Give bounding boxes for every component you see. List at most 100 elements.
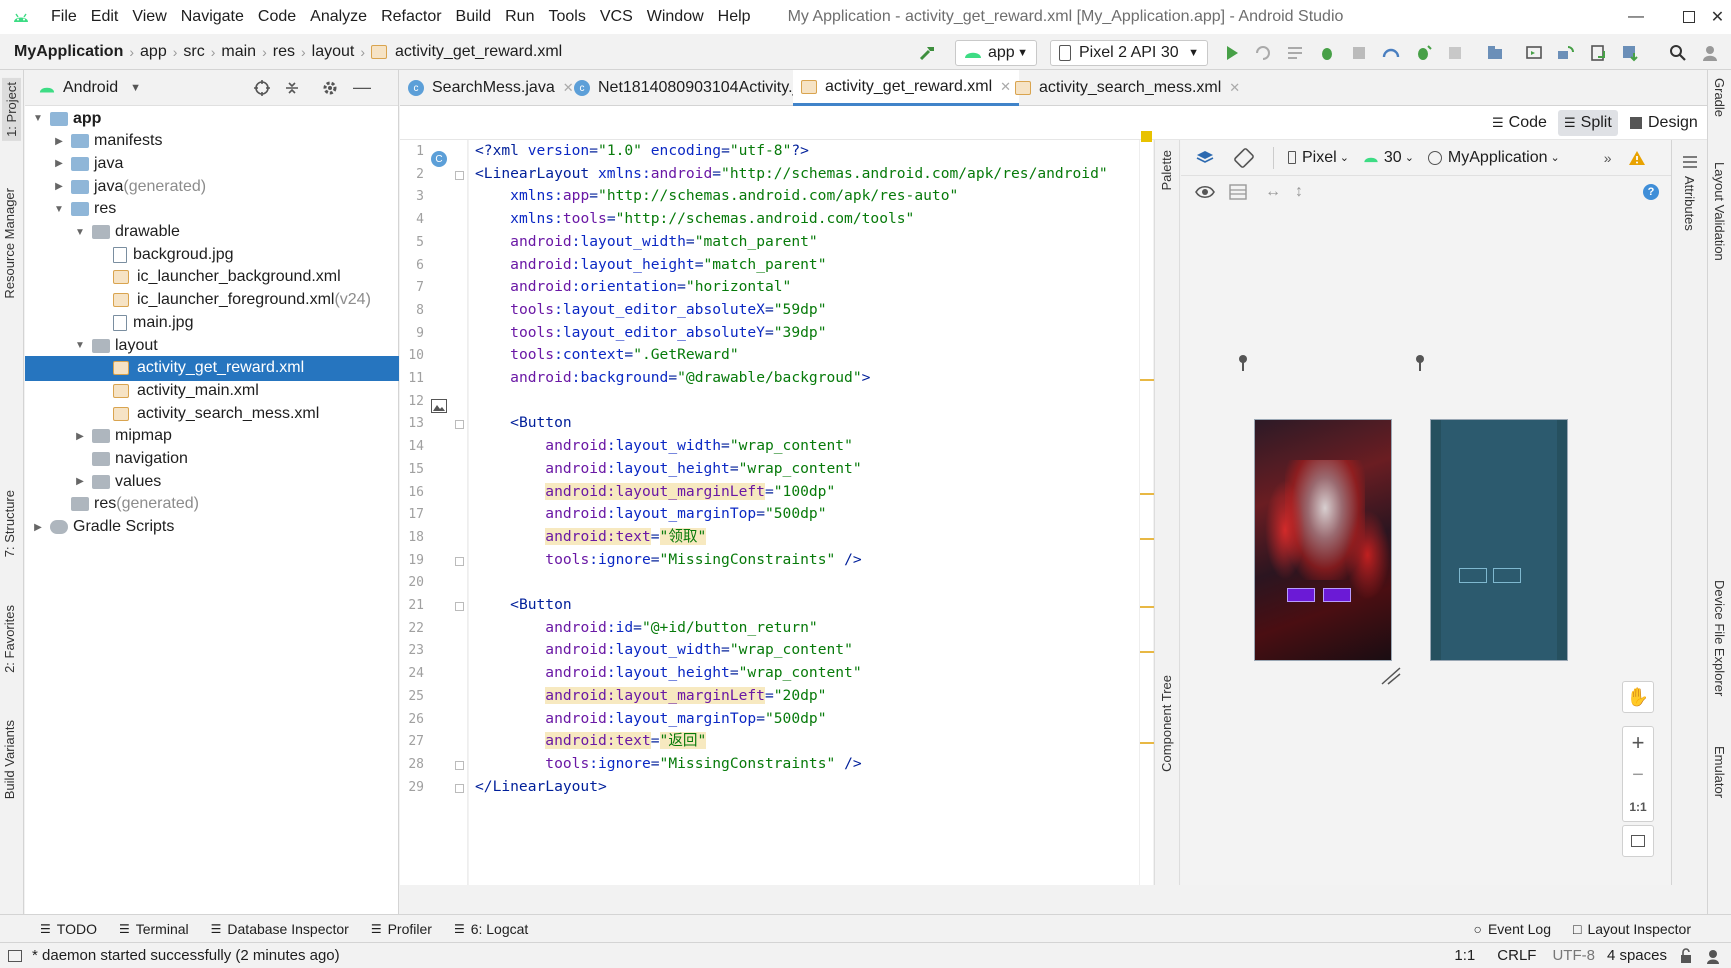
minimize-window-button[interactable]: —	[1606, 0, 1666, 34]
right-tab-emulator[interactable]: Emulator	[1712, 746, 1727, 798]
menu-item-code[interactable]: Code	[251, 8, 303, 26]
avd-manager-icon[interactable]	[1524, 43, 1544, 63]
account-icon[interactable]	[1700, 43, 1720, 63]
left-tab-2-favorites[interactable]: 2: Favorites	[2, 605, 17, 673]
run-config-select[interactable]: app ▼	[955, 40, 1037, 66]
tree-item[interactable]: ▼ res	[25, 197, 399, 222]
collapsed-arrow-icon[interactable]: ▶	[31, 522, 45, 533]
tree-item[interactable]: ▶ values	[25, 469, 399, 494]
fold-marker-icon[interactable]	[455, 760, 464, 770]
menu-item-file[interactable]: File	[44, 8, 84, 26]
fold-marker-icon[interactable]	[455, 170, 464, 180]
expanded-arrow-icon[interactable]: ▼	[73, 340, 87, 351]
orientation-icon[interactable]	[1233, 147, 1255, 169]
fold-marker-icon[interactable]	[455, 602, 464, 611]
design-preview[interactable]	[1254, 419, 1392, 661]
eye-icon[interactable]	[1195, 185, 1215, 199]
tool-window-event-log[interactable]: ○ Event Log	[1473, 921, 1551, 937]
apply-changes-icon[interactable]	[1253, 43, 1273, 63]
run-icon[interactable]	[1222, 43, 1242, 63]
tree-item[interactable]: activity_get_reward.xml	[25, 355, 399, 381]
resize-handle-icon[interactable]	[1380, 666, 1402, 686]
line-separator[interactable]: CRLF	[1497, 947, 1536, 964]
warning-marker[interactable]	[1140, 379, 1154, 381]
tree-item[interactable]: ▶ java	[25, 151, 399, 176]
download-sdk-icon[interactable]	[1620, 43, 1640, 63]
zoom-out-icon[interactable]: −	[1623, 759, 1653, 791]
coverage-icon[interactable]	[1349, 43, 1369, 63]
menu-item-tools[interactable]: Tools	[541, 8, 592, 26]
mode-code[interactable]: ☰ Code	[1486, 110, 1553, 136]
tree-item[interactable]: main.jpg	[25, 310, 399, 335]
zoom-in-icon[interactable]: +	[1623, 727, 1653, 759]
help-icon[interactable]: ?	[1643, 184, 1659, 200]
locate-file-icon[interactable]	[253, 79, 271, 97]
breadcrumb-item[interactable]: layout	[308, 43, 359, 61]
api-level-select[interactable]: 30 ⌄	[1363, 149, 1414, 167]
editor-tab[interactable]: c SearchMess.java ✕	[400, 70, 582, 106]
status-message[interactable]: * daemon started successfully (2 minutes…	[32, 947, 340, 964]
expanded-arrow-icon[interactable]: ▼	[31, 113, 45, 124]
mode-split[interactable]: ☰ Split	[1558, 110, 1618, 136]
device-select[interactable]: Pixel 2 API 30 ▼	[1050, 40, 1208, 66]
vertical-resize-icon[interactable]: ↕	[1295, 183, 1303, 201]
menu-item-edit[interactable]: Edit	[84, 8, 126, 26]
breadcrumb-item[interactable]: src	[179, 43, 208, 61]
right-tab-device-file-explorer[interactable]: Device File Explorer	[1712, 580, 1727, 696]
error-stripe[interactable]	[1139, 131, 1154, 885]
right-tab-gradle[interactable]: Gradle	[1712, 78, 1727, 117]
breadcrumb-item[interactable]: res	[269, 43, 299, 61]
indent-setting[interactable]: 4 spaces	[1607, 947, 1667, 964]
expanded-arrow-icon[interactable]: ▼	[73, 227, 87, 238]
device-preview-select[interactable]: Pixel ⌄	[1288, 149, 1349, 167]
pan-tool-button[interactable]: ✋	[1622, 681, 1654, 713]
layers-icon[interactable]	[1195, 148, 1215, 168]
tree-item[interactable]: res (generated)	[25, 492, 399, 517]
apply-code-changes-icon[interactable]	[1285, 43, 1305, 63]
profile-icon[interactable]	[1381, 43, 1401, 63]
tree-item[interactable]: ic_launcher_background.xml	[25, 265, 399, 290]
tool-window-profiler[interactable]: ☰ Profiler	[371, 921, 432, 937]
tool-window-todo[interactable]: ☰ TODO	[40, 921, 97, 937]
breadcrumb-item[interactable]: MyApplication	[0, 43, 127, 61]
menu-item-vcs[interactable]: VCS	[593, 8, 640, 26]
right-tab-layout-validation[interactable]: Layout Validation	[1712, 162, 1727, 261]
menu-item-window[interactable]: Window	[640, 8, 711, 26]
hide-panel-icon[interactable]: —	[353, 77, 371, 98]
image-preview-icon[interactable]	[431, 399, 447, 413]
fold-marker-icon[interactable]	[455, 783, 464, 793]
collapsed-arrow-icon[interactable]: ▶	[52, 158, 66, 169]
component-tree-tab[interactable]: Component Tree	[1159, 675, 1174, 772]
menu-item-build[interactable]: Build	[449, 8, 499, 26]
tree-item[interactable]: ▶ manifests	[25, 129, 399, 154]
zoom-actual-button[interactable]: 1:1	[1623, 791, 1653, 823]
pin-icon[interactable]	[1237, 354, 1249, 372]
close-tab-icon[interactable]: ✕	[1229, 80, 1240, 96]
fold-marker-icon[interactable]	[455, 420, 464, 430]
inspector-icon[interactable]	[1705, 948, 1721, 964]
tool-window-layout-inspector[interactable]: □ Layout Inspector	[1573, 921, 1691, 937]
menu-item-run[interactable]: Run	[498, 8, 541, 26]
tool-window-6-logcat[interactable]: ☰ 6: Logcat	[454, 921, 528, 937]
collapsed-arrow-icon[interactable]: ▶	[73, 431, 87, 442]
constraints-icon[interactable]	[1229, 184, 1247, 200]
left-tab-1-project[interactable]: 1: Project	[2, 78, 21, 141]
tree-item[interactable]: ▶ java (generated)	[25, 174, 399, 199]
warning-indicator-icon[interactable]	[1141, 131, 1152, 142]
menu-item-view[interactable]: View	[125, 8, 173, 26]
warning-icon[interactable]	[1628, 150, 1646, 166]
attributes-tab[interactable]: Attributes	[1682, 176, 1697, 231]
zoom-to-fit-button[interactable]	[1622, 825, 1654, 857]
collapsed-arrow-icon[interactable]: ▶	[52, 181, 66, 192]
theme-select[interactable]: MyApplication ⌄	[1427, 149, 1560, 167]
build-hammer-icon[interactable]	[918, 43, 938, 63]
palette-tab[interactable]: Palette	[1159, 150, 1174, 190]
tree-item[interactable]: activity_search_mess.xml	[25, 401, 399, 426]
collapse-all-icon[interactable]	[283, 79, 301, 97]
expanded-arrow-icon[interactable]: ▼	[52, 204, 66, 215]
editor-tab[interactable]: activity_search_mess.xml ✕	[1007, 70, 1248, 106]
project-structure-icon[interactable]	[1485, 43, 1505, 63]
gear-icon[interactable]	[321, 79, 339, 97]
editor-tab[interactable]: activity_get_reward.xml ✕	[793, 70, 1020, 106]
tree-item[interactable]: backgroud.jpg	[25, 242, 399, 267]
